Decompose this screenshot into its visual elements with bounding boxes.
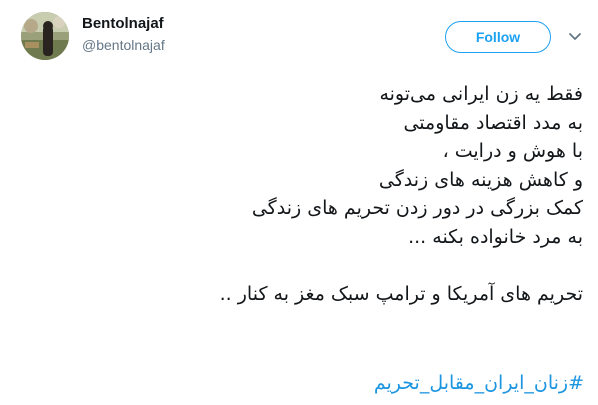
follow-button[interactable]: Follow: [445, 21, 551, 53]
tweet-line: تحریم های آمریکا و ترامپ سبک مغز به کنار…: [219, 282, 583, 305]
chevron-down-icon[interactable]: [568, 30, 582, 44]
tweet-line-break: [23, 251, 583, 280]
tweet-line: کمک بزرگی در دور زدن تحریم های زندگی: [251, 197, 583, 219]
tweet-card: Bentolnajaf @bentolnajaf Follow فقط یه ز…: [0, 0, 598, 405]
tweet-line: به مدد اقتصاد مقاومتی: [403, 111, 583, 134]
tweet-line: با هوش و درایت ،: [442, 140, 583, 162]
tweet-text: فقط یه زن ایرانی می‌تونه به مدد اقتصاد م…: [23, 80, 583, 308]
avatar-image: [21, 12, 69, 60]
user-info: Bentolnajaf @bentolnajaf: [82, 14, 165, 54]
screen-name[interactable]: @bentolnajaf: [82, 36, 165, 54]
tweet-line: به مرد خانواده بکنه ...: [408, 225, 583, 248]
tweet-line: و کاهش هزینه های زندگی: [378, 168, 583, 191]
avatar[interactable]: [21, 12, 69, 60]
hashtag-link[interactable]: #زنان_ایران_مقابل_تحریم: [374, 370, 584, 396]
display-name[interactable]: Bentolnajaf: [82, 14, 165, 34]
tweet-line: فقط یه زن ایرانی می‌تونه: [379, 83, 583, 105]
